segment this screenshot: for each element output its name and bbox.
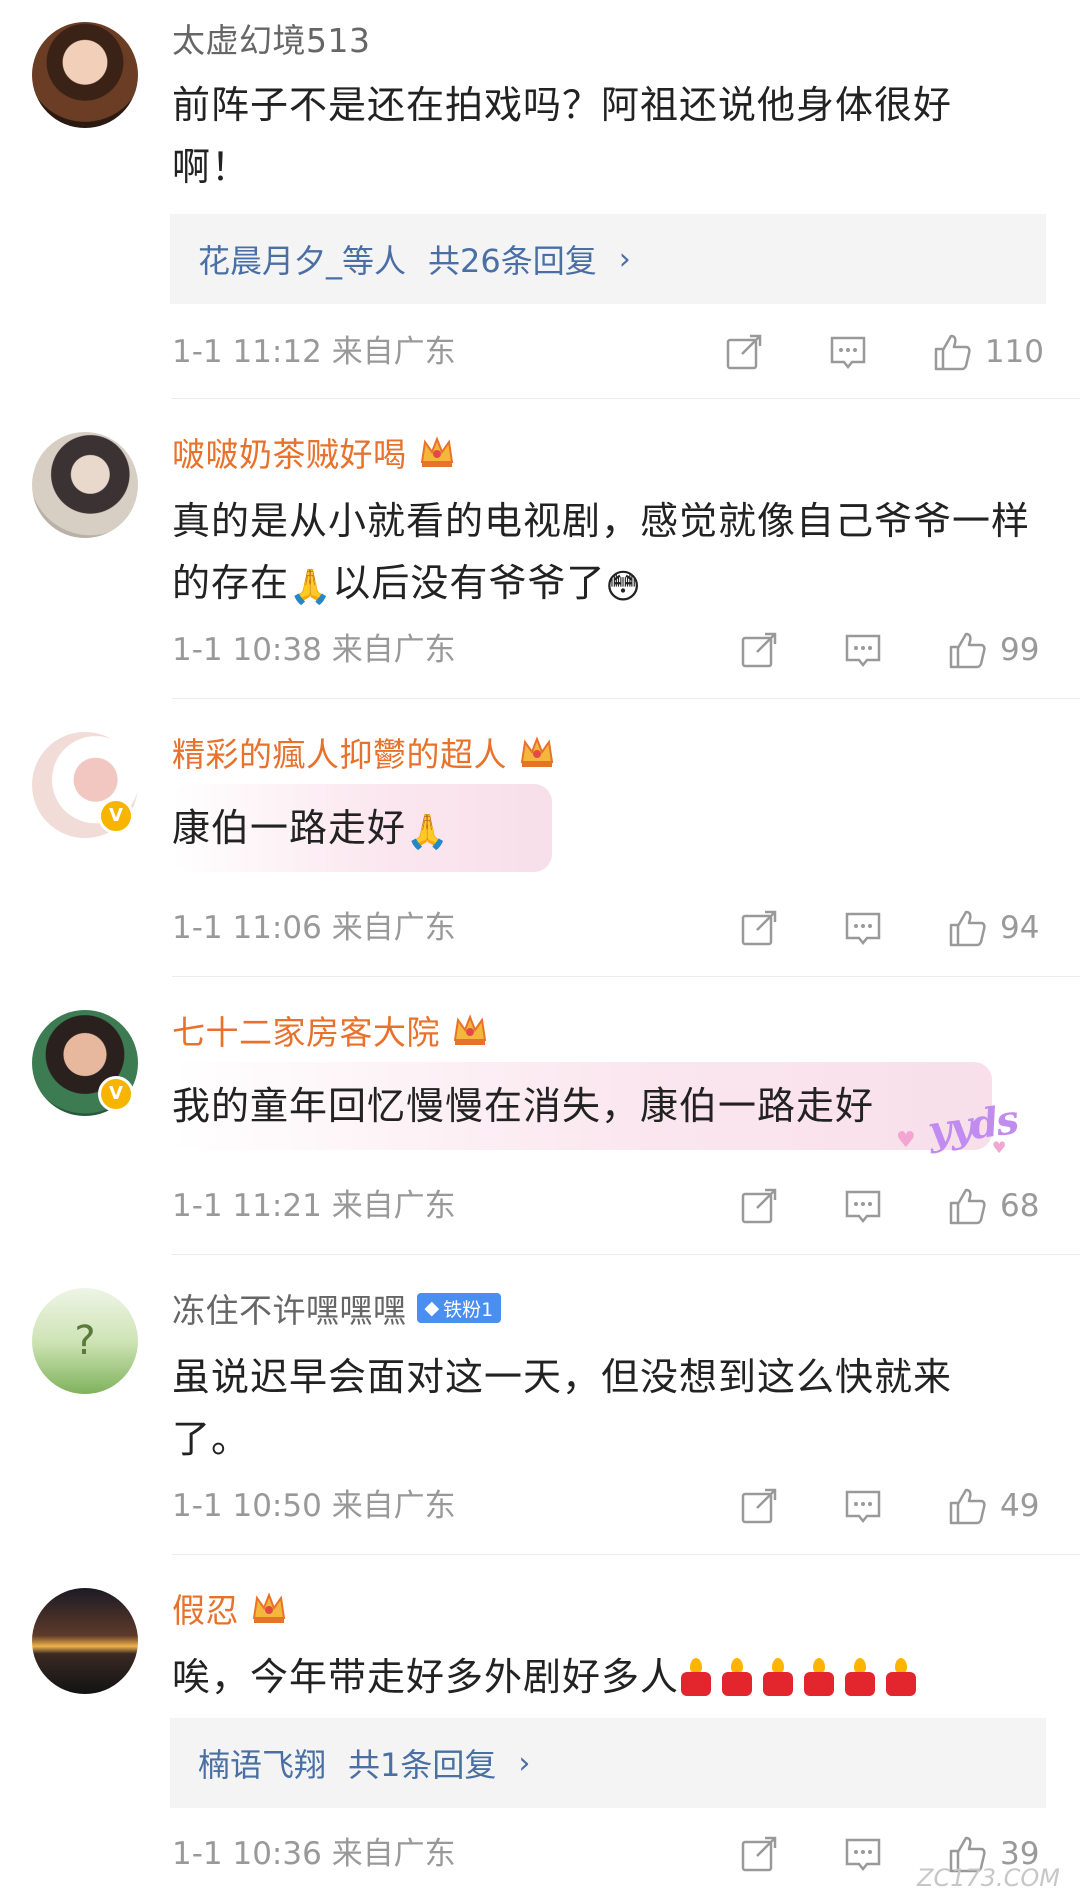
verified-badge-icon: V — [98, 1076, 134, 1112]
comment-text: 虽说迟早会面对这一天，但没想到这么快就来了。 — [172, 1355, 953, 1461]
commenter-name[interactable]: 太虚幻境513 — [172, 14, 371, 62]
avatar[interactable] — [32, 22, 138, 128]
chevron-right-icon: › — [518, 1745, 531, 1781]
praying-hands-icon: 🙏 — [289, 567, 333, 607]
comment-time: 1-1 11:21 — [172, 1188, 322, 1224]
comment-time: 1-1 11:06 — [172, 910, 322, 946]
comment-text-part: 以后没有爷爷了 — [332, 561, 606, 605]
comment-text: 唉，今年带走好多外剧好多人 — [172, 1646, 1032, 1708]
verified-badge-icon: V — [98, 798, 134, 834]
comment-time: 1-1 10:38 — [172, 632, 322, 668]
comment-location: 来自广东 — [331, 910, 456, 946]
comment-time: 1-1 10:36 — [172, 1836, 322, 1872]
comment-text-part: 唉，今年带走好多外剧好多人 — [172, 1655, 680, 1699]
like-count: 68 — [1000, 1188, 1040, 1224]
like-count: 110 — [984, 334, 1044, 370]
crown-icon — [417, 432, 457, 472]
crown-icon — [450, 1010, 490, 1050]
comment-location: 来自广东 — [331, 1188, 456, 1224]
fan-badge[interactable]: ◆ 铁粉1 — [416, 1293, 502, 1323]
divider — [172, 698, 1080, 699]
crown-icon — [517, 732, 557, 772]
replies-link[interactable]: 花晨月夕_等人 共26条回复 › — [170, 214, 1046, 304]
avatar[interactable] — [32, 432, 138, 538]
commenter-name[interactable]: 冻住不许嘿嘿嘿 — [172, 1284, 407, 1332]
comment-icon[interactable] — [842, 907, 884, 949]
fan-badge-label: 铁粉1 — [443, 1298, 494, 1321]
divider — [172, 976, 1080, 977]
comment-icon[interactable] — [827, 331, 869, 373]
candle-icon — [761, 1658, 795, 1696]
thumbs-up-icon[interactable] — [946, 629, 988, 671]
comment-meta: 1-1 11:06 来自广东 — [172, 908, 456, 948]
heart-icon: ♥ — [992, 1138, 1007, 1157]
share-icon[interactable] — [738, 1833, 780, 1875]
comment-location: 来自广东 — [331, 334, 456, 370]
comment-location: 来自广东 — [331, 632, 456, 668]
reply-names: 楠语飞翔 — [198, 1746, 327, 1784]
candle-icon — [843, 1658, 877, 1696]
commenter-name[interactable]: 精彩的瘋人抑鬱的超人 — [172, 728, 507, 776]
thumbs-up-icon[interactable] — [946, 907, 988, 949]
praying-hands-icon: 🙏 — [406, 812, 450, 852]
heart-icon: ♥ — [896, 1128, 916, 1153]
commenter-name[interactable]: 假忍 — [172, 1584, 239, 1632]
comment-meta: 1-1 11:12 来自广东 — [172, 332, 456, 372]
thumbs-up-icon[interactable] — [946, 1485, 988, 1527]
chevron-right-icon: › — [618, 241, 631, 277]
share-icon[interactable] — [738, 629, 780, 671]
avatar[interactable]: ? — [32, 1288, 138, 1394]
comment-icon[interactable] — [842, 1485, 884, 1527]
divider — [172, 1254, 1080, 1255]
comment-icon[interactable] — [842, 1833, 884, 1875]
reply-count: 共1条回复 — [348, 1746, 497, 1784]
avatar[interactable] — [32, 1588, 138, 1694]
comment-text: 前阵子不是还在拍戏吗？阿祖还说他身体很好啊！ — [172, 83, 953, 189]
like-count: 99 — [1000, 632, 1040, 668]
comment-icon[interactable] — [842, 629, 884, 671]
commenter-name[interactable]: 七十二家房客大院 — [172, 1006, 440, 1054]
share-icon[interactable] — [738, 907, 780, 949]
diamond-icon: ◆ — [424, 1297, 440, 1319]
divider — [172, 1554, 1080, 1555]
reply-count: 共26条回复 — [428, 242, 597, 280]
commenter-name[interactable]: 啵啵奶茶贼好喝 — [172, 428, 407, 476]
comment-time: 1-1 10:50 — [172, 1488, 322, 1524]
sad-face-icon: 😳 — [605, 567, 642, 607]
replies-link[interactable]: 楠语飞翔 共1条回复 › — [170, 1718, 1046, 1808]
watermark: ZC173.COM — [917, 1864, 1060, 1892]
reply-names: 花晨月夕_等人 — [198, 242, 407, 280]
share-icon[interactable] — [738, 1485, 780, 1527]
comment-location: 来自广东 — [331, 1836, 456, 1872]
comment-meta: 1-1 10:38 来自广东 — [172, 630, 456, 670]
comment-location: 来自广东 — [331, 1488, 456, 1524]
crown-icon — [249, 1588, 289, 1628]
comment-text: 康伯一路走好🙏 — [172, 797, 1032, 863]
thumbs-up-icon[interactable] — [931, 331, 973, 373]
comment-icon[interactable] — [842, 1185, 884, 1227]
comment-meta: 1-1 10:36 来自广东 — [172, 1834, 456, 1874]
thumbs-up-icon[interactable] — [946, 1185, 988, 1227]
comment-text-part: 康伯一路走好 — [172, 806, 407, 850]
divider — [172, 398, 1080, 399]
candle-icon — [802, 1658, 836, 1696]
comment-meta: 1-1 10:50 来自广东 — [172, 1486, 456, 1526]
comment-meta: 1-1 11:21 来自广东 — [172, 1186, 456, 1226]
share-icon[interactable] — [738, 1185, 780, 1227]
like-count: 94 — [1000, 910, 1040, 946]
comment-time: 1-1 11:12 — [172, 334, 322, 370]
candle-icon — [884, 1658, 918, 1696]
like-count: 49 — [1000, 1488, 1040, 1524]
share-icon[interactable] — [723, 331, 765, 373]
comment-text: 真的是从小就看的电视剧，感觉就像自己爷爷一样的存在🙏以后没有爷爷了😳 — [172, 490, 1032, 618]
candle-icon — [720, 1658, 754, 1696]
candle-icon — [679, 1658, 713, 1696]
